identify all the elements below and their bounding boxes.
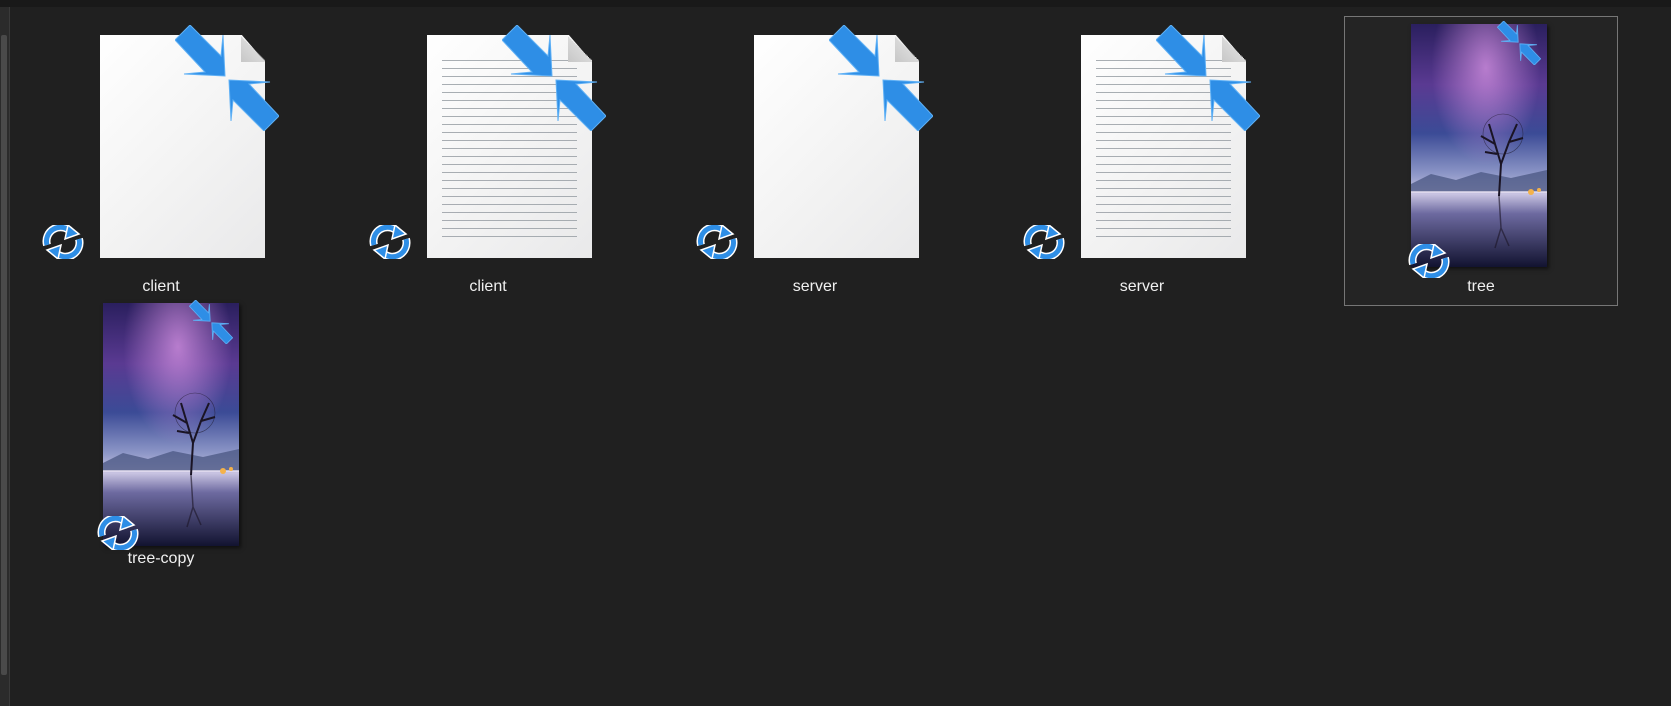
file-name-label: server (1119, 278, 1165, 295)
file-name-label: server (792, 278, 838, 295)
icon-view: client client server server tree tree-co… (10, 7, 1671, 706)
sync-icon (1408, 244, 1450, 278)
file-name-label: client (469, 278, 507, 295)
sync-icon (696, 225, 738, 259)
file-item-server[interactable]: server (678, 7, 952, 297)
left-scrollbar[interactable] (0, 7, 10, 706)
file-name-label: client (142, 278, 180, 295)
compressed-arrows-icon (1497, 21, 1541, 65)
sync-icon (42, 225, 84, 259)
file-item-client[interactable]: client (24, 7, 298, 297)
compressed-arrows-icon (1156, 25, 1260, 131)
compressed-arrows-icon (189, 300, 233, 344)
file-explorer-window: client client server server tree tree-co… (0, 0, 1671, 706)
sync-icon (1023, 225, 1065, 259)
scrollbar-thumb[interactable] (1, 35, 7, 675)
sync-icon (97, 516, 139, 550)
compressed-arrows-icon (829, 25, 933, 131)
compressed-arrows-icon (175, 25, 279, 131)
file-item-server-text[interactable]: server (1005, 7, 1279, 297)
file-name-label: tree-copy (127, 550, 195, 567)
file-item-tree[interactable]: tree (1344, 16, 1618, 306)
sync-icon (369, 225, 411, 259)
file-name-label: tree (1467, 278, 1495, 295)
compressed-arrows-icon (502, 25, 606, 131)
file-item-tree-copy[interactable]: tree-copy (24, 298, 298, 588)
file-item-client-text[interactable]: client (351, 7, 625, 297)
top-strip (0, 0, 1671, 7)
